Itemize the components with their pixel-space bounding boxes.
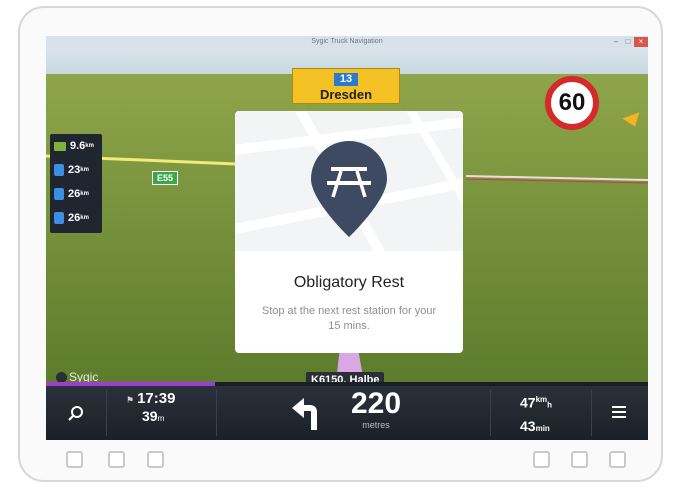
poi-distance: 9.6 <box>70 140 86 152</box>
fuel-icon <box>54 188 64 200</box>
speed-limit-sign: 60 <box>545 76 599 130</box>
hardware-button[interactable] <box>571 451 588 468</box>
app-screen: Sygic Truck Navigation – □ × 13 Dresden … <box>46 36 648 440</box>
navigation-bottom-bar: ⚑ 17:39 39m 220 metres 47kmh 43min <box>46 386 648 440</box>
hardware-button[interactable] <box>108 451 125 468</box>
truck-icon <box>54 141 66 151</box>
turn-left-arrow-icon <box>292 398 317 430</box>
remaining-distance: 47 <box>520 394 536 411</box>
sygic-logo-icon <box>56 371 67 383</box>
menu-icon[interactable] <box>612 406 626 421</box>
eta-time: 17:39 <box>137 390 176 407</box>
window-titlebar: Sygic Truck Navigation – □ × <box>46 36 648 48</box>
next-turn-unit: metres <box>362 420 390 430</box>
poi-item[interactable]: 26 km <box>50 182 102 206</box>
rest-notification-dialog[interactable]: Obligatory Rest Stop at the next rest st… <box>235 111 463 353</box>
hardware-button[interactable] <box>533 451 550 468</box>
eta-distance: 39 <box>142 408 158 424</box>
hardware-button[interactable] <box>66 451 83 468</box>
eta-info[interactable]: ⚑ 17:39 39m <box>126 390 175 426</box>
road-number-sign: E55 <box>152 171 179 185</box>
fuel-icon <box>54 164 64 176</box>
poi-distance: 23 <box>68 164 81 176</box>
fuel-icon <box>54 212 64 224</box>
remaining-time: 43 <box>520 417 536 434</box>
exit-sign: 13 Dresden <box>292 68 400 104</box>
picnic-table-icon <box>311 141 387 237</box>
dialog-message: Stop at the next rest station for your 1… <box>261 305 437 332</box>
dialog-title: Obligatory Rest <box>293 274 405 291</box>
close-button[interactable]: × <box>634 37 648 47</box>
exit-city: Dresden <box>319 87 373 102</box>
hardware-button[interactable] <box>147 451 164 468</box>
remaining-info[interactable]: 47kmh 43min <box>520 390 552 439</box>
maximize-button[interactable]: □ <box>622 37 634 47</box>
poi-item[interactable]: 23 km <box>50 158 102 182</box>
poi-item[interactable]: 26 km <box>50 206 102 230</box>
poi-distance: 26 <box>68 212 81 224</box>
exit-number: 13 <box>333 73 359 86</box>
finish-flag-icon: ⚑ <box>126 395 135 405</box>
hardware-button[interactable] <box>609 451 626 468</box>
map-view[interactable]: 13 Dresden 60 9.6 km 23 km 26 km 26 km E55 <box>46 48 648 388</box>
poi-item[interactable]: 9.6 km <box>50 134 102 158</box>
poi-panel[interactable]: 9.6 km 23 km 26 km 26 km <box>50 134 102 233</box>
minimize-button[interactable]: – <box>610 37 622 47</box>
search-icon[interactable] <box>66 404 86 424</box>
dialog-illustration <box>235 111 463 251</box>
window-title: Sygic Truck Navigation <box>311 38 383 45</box>
next-turn-distance: 220 metres <box>346 388 406 431</box>
poi-distance: 26 <box>68 188 81 200</box>
